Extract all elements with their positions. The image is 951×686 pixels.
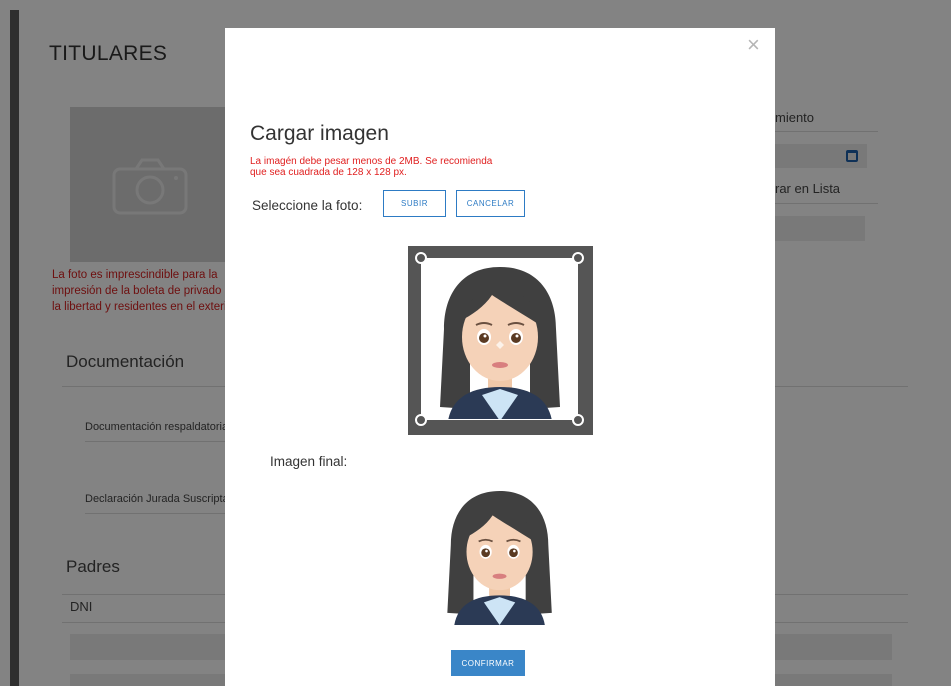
final-image-label: Imagen final: <box>270 454 348 469</box>
avatar-woman-image <box>447 490 552 625</box>
image-cropper[interactable] <box>408 246 593 435</box>
cargar-imagen-modal: × Cargar imagen La imagén debe pesar men… <box>225 28 775 686</box>
crop-handle-icon[interactable] <box>572 252 584 264</box>
crop-area[interactable] <box>421 258 578 420</box>
modal-title: Cargar imagen <box>250 122 389 145</box>
crop-handle-icon[interactable] <box>415 252 427 264</box>
modal-warning-text: La imagén debe pesar menos de 2MB. Se re… <box>250 156 493 178</box>
select-photo-label: Seleccione la foto: <box>252 198 363 213</box>
avatar-woman-image <box>440 267 560 419</box>
cancel-button[interactable]: CANCELAR <box>456 190 525 217</box>
crop-handle-icon[interactable] <box>415 414 427 426</box>
final-image-preview <box>431 484 569 625</box>
close-icon[interactable]: × <box>747 34 760 56</box>
upload-button[interactable]: SUBIR <box>383 190 446 217</box>
confirm-button[interactable]: CONFIRMAR <box>451 650 525 676</box>
crop-handle-icon[interactable] <box>572 414 584 426</box>
